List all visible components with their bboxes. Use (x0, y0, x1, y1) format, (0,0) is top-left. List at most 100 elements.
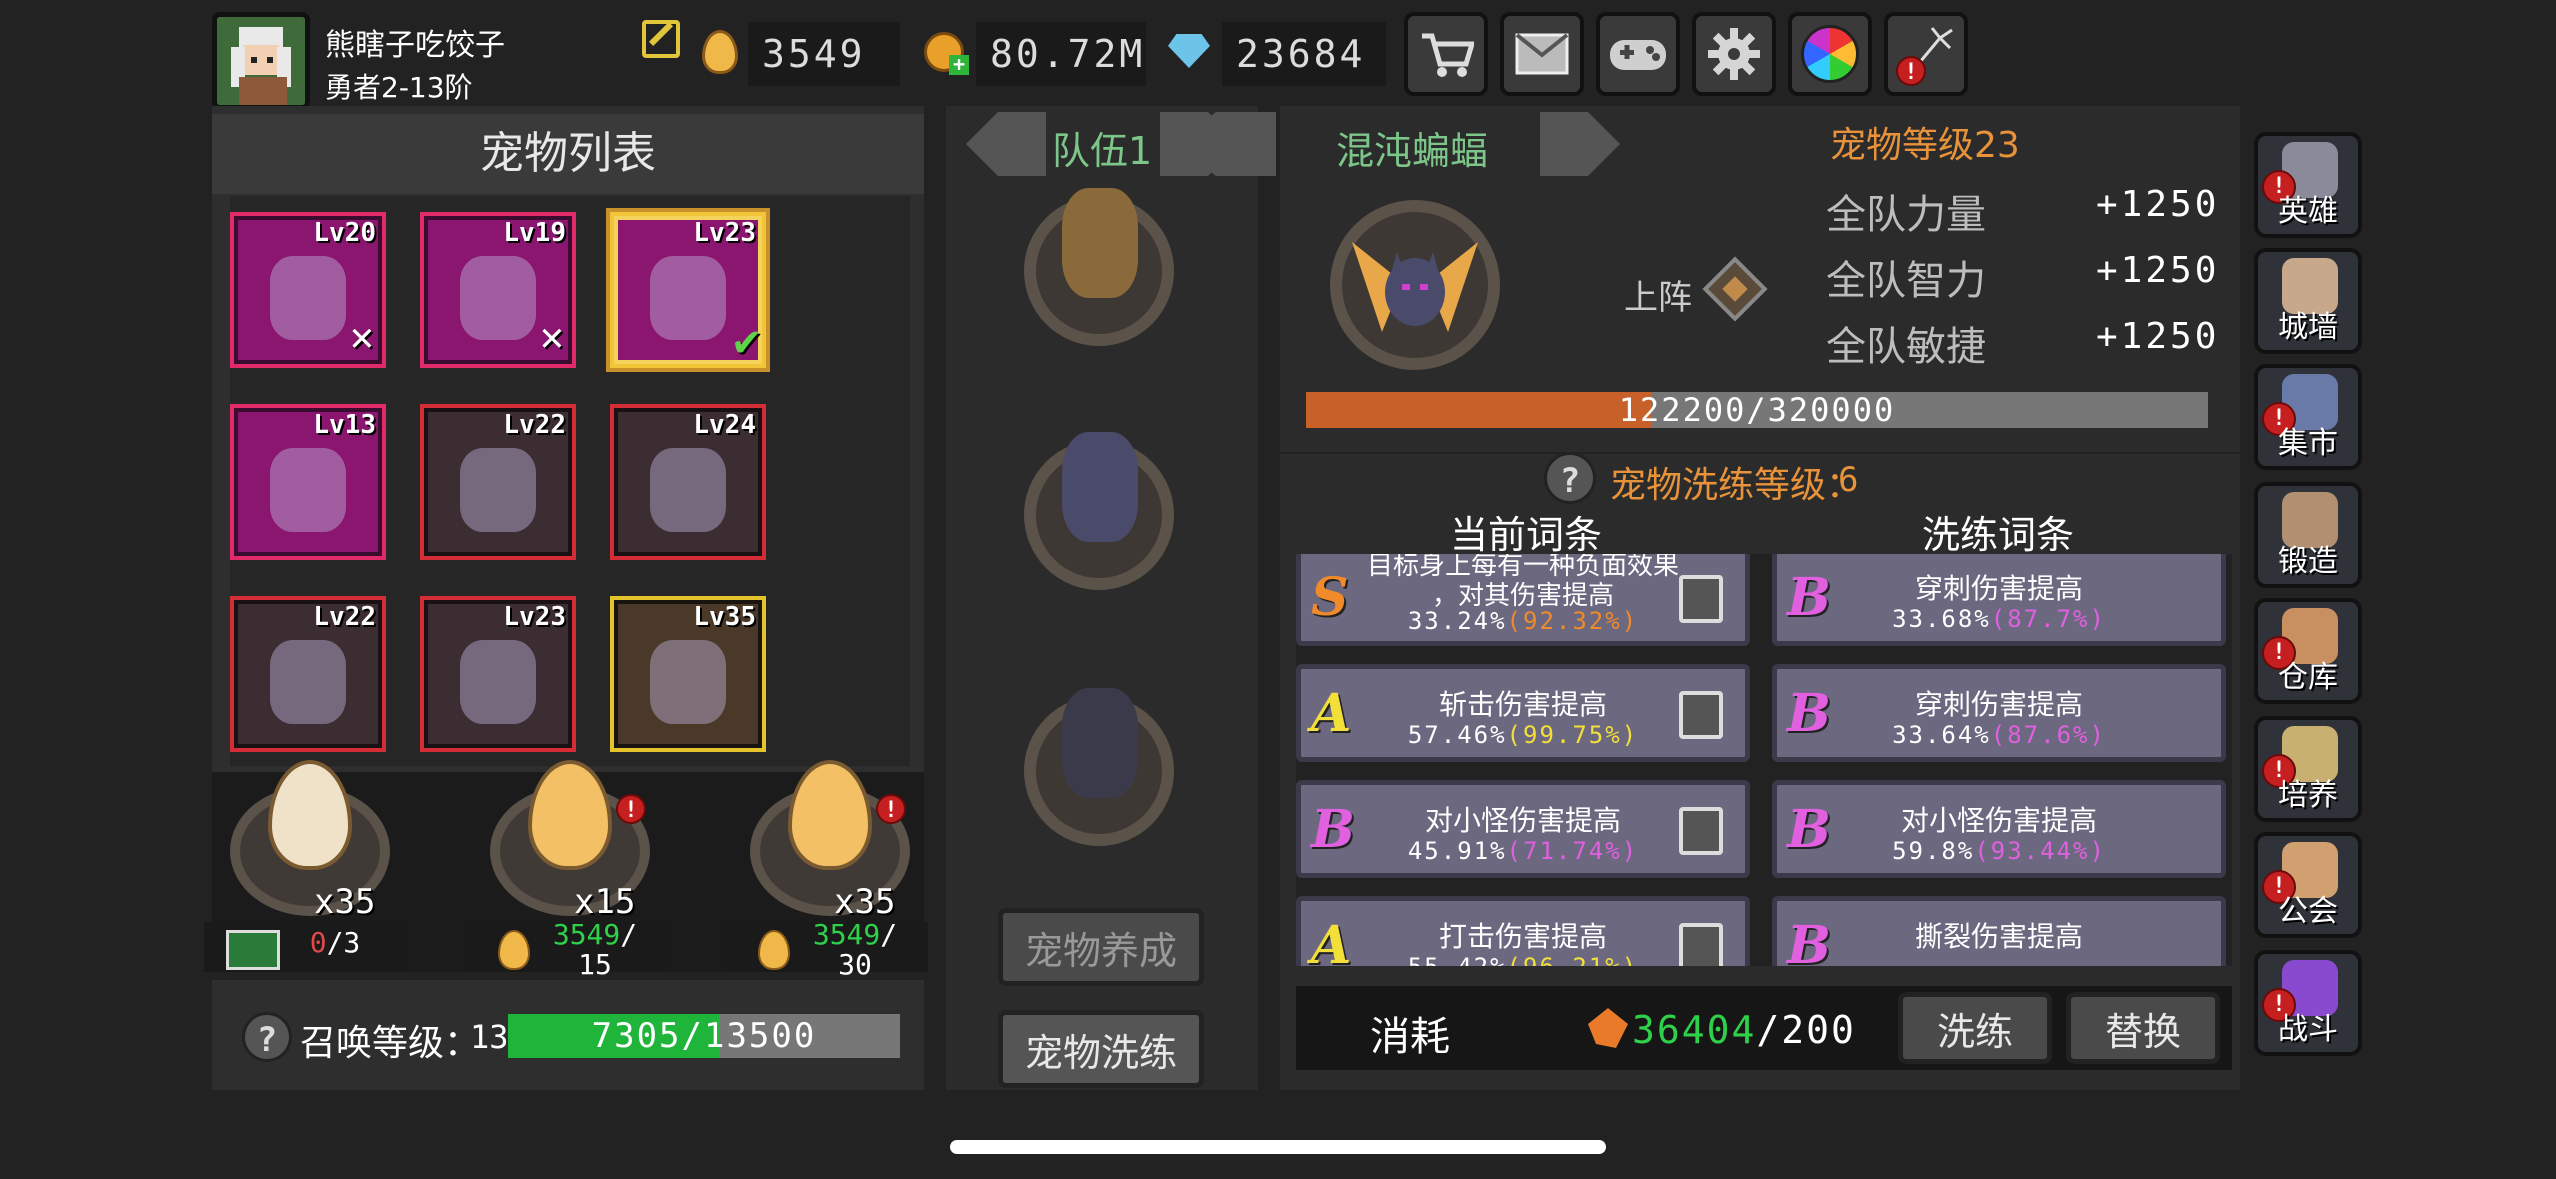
team-slot[interactable] (1024, 432, 1174, 590)
side-menu-label: 战斗 (2278, 1012, 2338, 1047)
affix-desc: 撕裂伤害提高 (1914, 920, 2083, 953)
egg-cost-separator: / (880, 918, 898, 951)
egg-count: x35 (314, 882, 376, 922)
side-menu-button[interactable]: ! 公会 (2254, 832, 2362, 938)
side-menu-label: 公会 (2278, 894, 2338, 929)
pet-slot[interactable]: Lv23 ✔ (610, 212, 766, 368)
unlock-icon[interactable] (1679, 575, 1723, 623)
deploy-label: 上阵 (1624, 278, 1692, 318)
egg-cost-box[interactable]: 0/3 (204, 922, 408, 972)
pet-sprite-icon (460, 256, 536, 340)
affix-max-value: (92.32%) (1506, 607, 1639, 635)
current-affix-header: 当前词条 (1450, 513, 1603, 557)
affix-scroll-area[interactable]: S 目标身上每有一种负面效果 ，对其伤害提高 33.24%(92.32%) A 斩击伤害提… (1296, 554, 2232, 966)
affix-value: 59.8% (1892, 837, 1975, 865)
pet-level: Lv23 (693, 218, 756, 248)
edit-name-icon[interactable] (642, 20, 680, 58)
wash-level-value: 6 (1838, 460, 1859, 500)
egg-currency-value: 3549 (748, 22, 900, 86)
affix-desc: 对小怪伤害提高 (1900, 804, 2097, 837)
pet-slot[interactable]: Lv22 (420, 404, 576, 560)
unlock-icon[interactable] (1679, 923, 1723, 966)
pet-sprite-icon (650, 448, 726, 532)
replace-button[interactable]: 替换 (2066, 992, 2220, 1064)
pet-level: Lv20 (313, 218, 376, 248)
pet-sprite-icon (460, 640, 536, 724)
side-menu-button[interactable]: ! 仓库 (2254, 598, 2362, 704)
settings-button[interactable] (1692, 12, 1776, 96)
pet-slot[interactable]: Lv24 (610, 404, 766, 560)
affix-card[interactable]: B 穿刺伤害提高 33.64%(87.6%) (1772, 664, 2226, 762)
affix-card[interactable]: B 对小怪伤害提高 45.91%(71.74%) (1296, 780, 1750, 878)
team-stat-label: 全队力量 (1826, 192, 1986, 238)
side-menu-label: 锻造 (2278, 544, 2338, 579)
egg-cost-current: 3549 (552, 918, 621, 951)
pet-slot[interactable]: Lv23 (420, 596, 576, 752)
affix-value: 57.46% (1407, 721, 1507, 749)
events-button[interactable]: ! (1884, 12, 1968, 96)
affix-card[interactable]: A打击伤害提高55.42%(96.21%) (1296, 896, 1750, 966)
pet-slot[interactable]: Lv13 (230, 404, 386, 560)
side-menu-button[interactable]: ! 集市 (2254, 364, 2362, 470)
shop-button[interactable] (1404, 12, 1488, 96)
affix-max-value: (96.21%) (1507, 953, 1639, 966)
side-menu-button[interactable]: ! 战斗 (2254, 950, 2362, 1056)
summon-level-label: 召唤等级： (300, 1023, 481, 1064)
side-menu-button[interactable]: ! 英雄 (2254, 132, 2362, 238)
pet-slot[interactable]: Lv20 ✕ (230, 212, 386, 368)
egg-cost-box[interactable]: 3549/30 (724, 920, 928, 980)
affix-card[interactable]: A 斩击伤害提高 57.46%(99.75%) (1296, 664, 1750, 762)
side-menu-button[interactable]: 锻造 (2254, 482, 2362, 588)
pet-slot[interactable]: Lv22 (230, 596, 386, 752)
side-menu-button[interactable]: ! 培养 (2254, 716, 2362, 822)
cost-label: 消耗 (1370, 1014, 1450, 1060)
affix-max-value: (93.44%) (1974, 837, 2106, 865)
affix-value-line: 59.8%(93.44%) (1777, 837, 2221, 865)
wash-button[interactable]: 洗练 (1898, 992, 2052, 1064)
affix-value: 33.24% (1407, 607, 1507, 635)
egg-cost-current: 0 (309, 926, 327, 959)
affix-card[interactable]: B 对小怪伤害提高 59.8%(93.44%) (1772, 780, 2226, 878)
affix-value: 45.91% (1407, 837, 1507, 865)
help-icon[interactable]: ? (242, 1012, 292, 1062)
color-button[interactable] (1788, 12, 1872, 96)
affix-card[interactable]: B 穿刺伤害提高 33.68%(87.7%) (1772, 554, 2226, 646)
egg-count: x35 (834, 882, 896, 922)
egg-cost-current: 3549 (812, 918, 881, 951)
cost-amount: 36404/200 (1632, 1008, 1856, 1052)
side-menu-button[interactable]: 城墙 (2254, 248, 2362, 354)
pet-slot[interactable]: Lv35 (610, 596, 766, 752)
pet-wash-button[interactable]: 宠物洗练 (998, 1010, 1204, 1088)
wash-help-icon[interactable]: ? (1544, 452, 1596, 504)
summon-level-value: 13 (470, 1018, 509, 1056)
pet-sprite-icon (270, 640, 346, 724)
pet-level: Lv22 (503, 410, 566, 440)
unlock-icon[interactable] (1679, 691, 1723, 739)
egg-cost-box[interactable]: 3549/15 (464, 920, 668, 980)
cost-have: 36404 (1632, 1008, 1757, 1052)
home-indicator[interactable] (950, 1140, 1606, 1154)
color-wheel-icon (1801, 25, 1859, 83)
pet-name: 混沌蝙蝠 (1336, 129, 1489, 173)
wash-level-label: 宠物洗练等级： (1610, 465, 1863, 506)
team-slot[interactable] (1024, 188, 1174, 346)
affix-value: 33.68% (1892, 605, 1991, 633)
gamepad-icon (1610, 40, 1666, 70)
controller-button[interactable] (1596, 12, 1680, 96)
affix-max-value: (87.6%) (1990, 721, 2106, 749)
affix-card[interactable]: B 撕裂伤害提高 (1772, 896, 2226, 966)
unlock-icon[interactable] (1679, 807, 1723, 855)
side-menu-label: 仓库 (2278, 660, 2338, 695)
alert-icon: ! (1896, 56, 1926, 86)
pet-breed-button[interactable]: 宠物养成 (998, 908, 1204, 986)
player-avatar[interactable] (212, 12, 310, 110)
deployed-check-icon: ✔ (733, 315, 761, 366)
pet-sprite-icon (270, 448, 346, 532)
pet-sprite-icon (270, 256, 346, 340)
team-slot[interactable] (1024, 688, 1174, 846)
mail-button[interactable] (1500, 12, 1584, 96)
pet-slot[interactable]: Lv19 ✕ (420, 212, 576, 368)
watch-ad-icon (226, 930, 280, 970)
affix-card[interactable]: S 目标身上每有一种负面效果 ，对其伤害提高 33.24%(92.32%) (1296, 554, 1750, 646)
player-name: 熊瞎子吃饺子 (325, 28, 505, 63)
